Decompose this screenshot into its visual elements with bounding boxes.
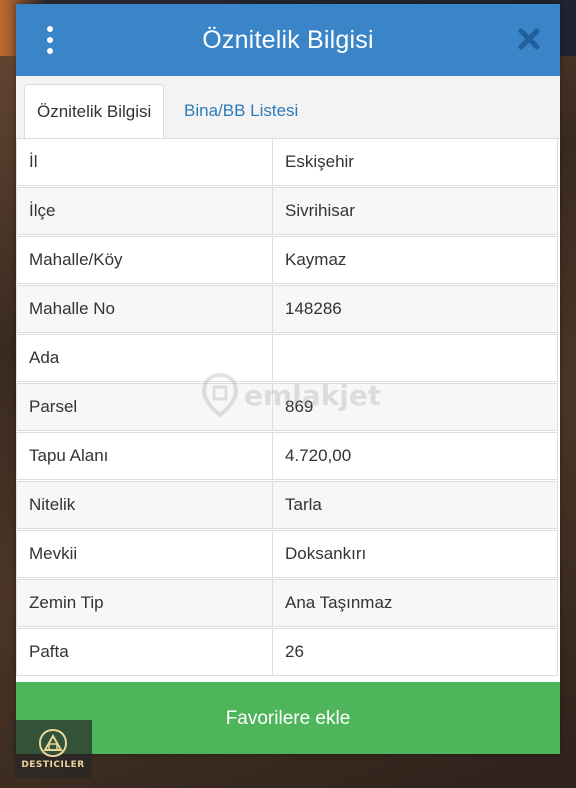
tab-attribute-info[interactable]: Öznitelik Bilgisi	[24, 84, 165, 140]
modal-header: Öznitelik Bilgisi	[16, 4, 560, 76]
table-row: Zemin Tip Ana Taşınmaz	[16, 579, 558, 627]
attribute-key: Mevkii	[17, 531, 273, 577]
attribute-value: 26	[285, 642, 304, 661]
kebab-vertical-icon[interactable]	[42, 26, 58, 54]
attribute-key: Nitelik	[17, 482, 273, 528]
table-row: İlçe Sivrihisar	[16, 187, 558, 235]
tab-bar: Öznitelik Bilgisi Bina/BB Listesi	[16, 76, 560, 140]
table-row: Pafta 26	[16, 628, 558, 676]
corner-logo: DESTICILER	[14, 720, 92, 778]
tab-building-list[interactable]: Bina/BB Listesi	[172, 84, 310, 138]
attribute-value: 869	[285, 397, 314, 416]
table-row: İl Eskişehir	[16, 138, 558, 186]
attribute-value: Ana Taşınmaz	[285, 593, 393, 612]
table-row: Tapu Alanı 4.720,00	[16, 432, 558, 480]
table-row: Mahalle No 148286	[16, 285, 558, 333]
table-row: Ada	[16, 334, 558, 382]
attribute-key: Mahalle No	[17, 286, 273, 332]
attribute-value: Sivrihisar	[285, 201, 355, 220]
attribute-value: Doksankırı	[285, 544, 367, 563]
logo-emblem-icon	[38, 728, 68, 758]
attribute-key: Mahalle/Köy	[17, 237, 273, 283]
table-row: Parsel 869	[16, 383, 558, 431]
table-row: Mevkii Doksankırı	[16, 530, 558, 578]
attribute-value: Eskişehir	[285, 152, 354, 171]
attribute-info-modal: Öznitelik Bilgisi Öznitelik Bilgisi Bina…	[16, 4, 560, 754]
attribute-value: Kaymaz	[285, 250, 347, 269]
add-to-favorites-button[interactable]: Favorilere ekle	[16, 682, 560, 754]
table-row: Nitelik Tarla	[16, 481, 558, 529]
attribute-key: Parsel	[17, 384, 273, 430]
attribute-value: 148286	[285, 299, 342, 318]
table-row: Mahalle/Köy Kaymaz	[16, 236, 558, 284]
logo-name: DESTICILER	[21, 760, 85, 770]
attribute-key: Zemin Tip	[17, 580, 273, 626]
attribute-value: Tarla	[285, 495, 322, 514]
attribute-key: Ada	[17, 335, 273, 381]
attribute-key: Pafta	[17, 629, 273, 675]
attribute-key: İlçe	[17, 188, 273, 234]
close-icon[interactable]	[516, 26, 542, 52]
attribute-key: Tapu Alanı	[17, 433, 273, 479]
attribute-value	[273, 335, 559, 381]
attribute-value: 4.720,00	[285, 446, 352, 465]
attribute-key: İl	[17, 139, 273, 185]
modal-title: Öznitelik Bilgisi	[202, 25, 374, 54]
